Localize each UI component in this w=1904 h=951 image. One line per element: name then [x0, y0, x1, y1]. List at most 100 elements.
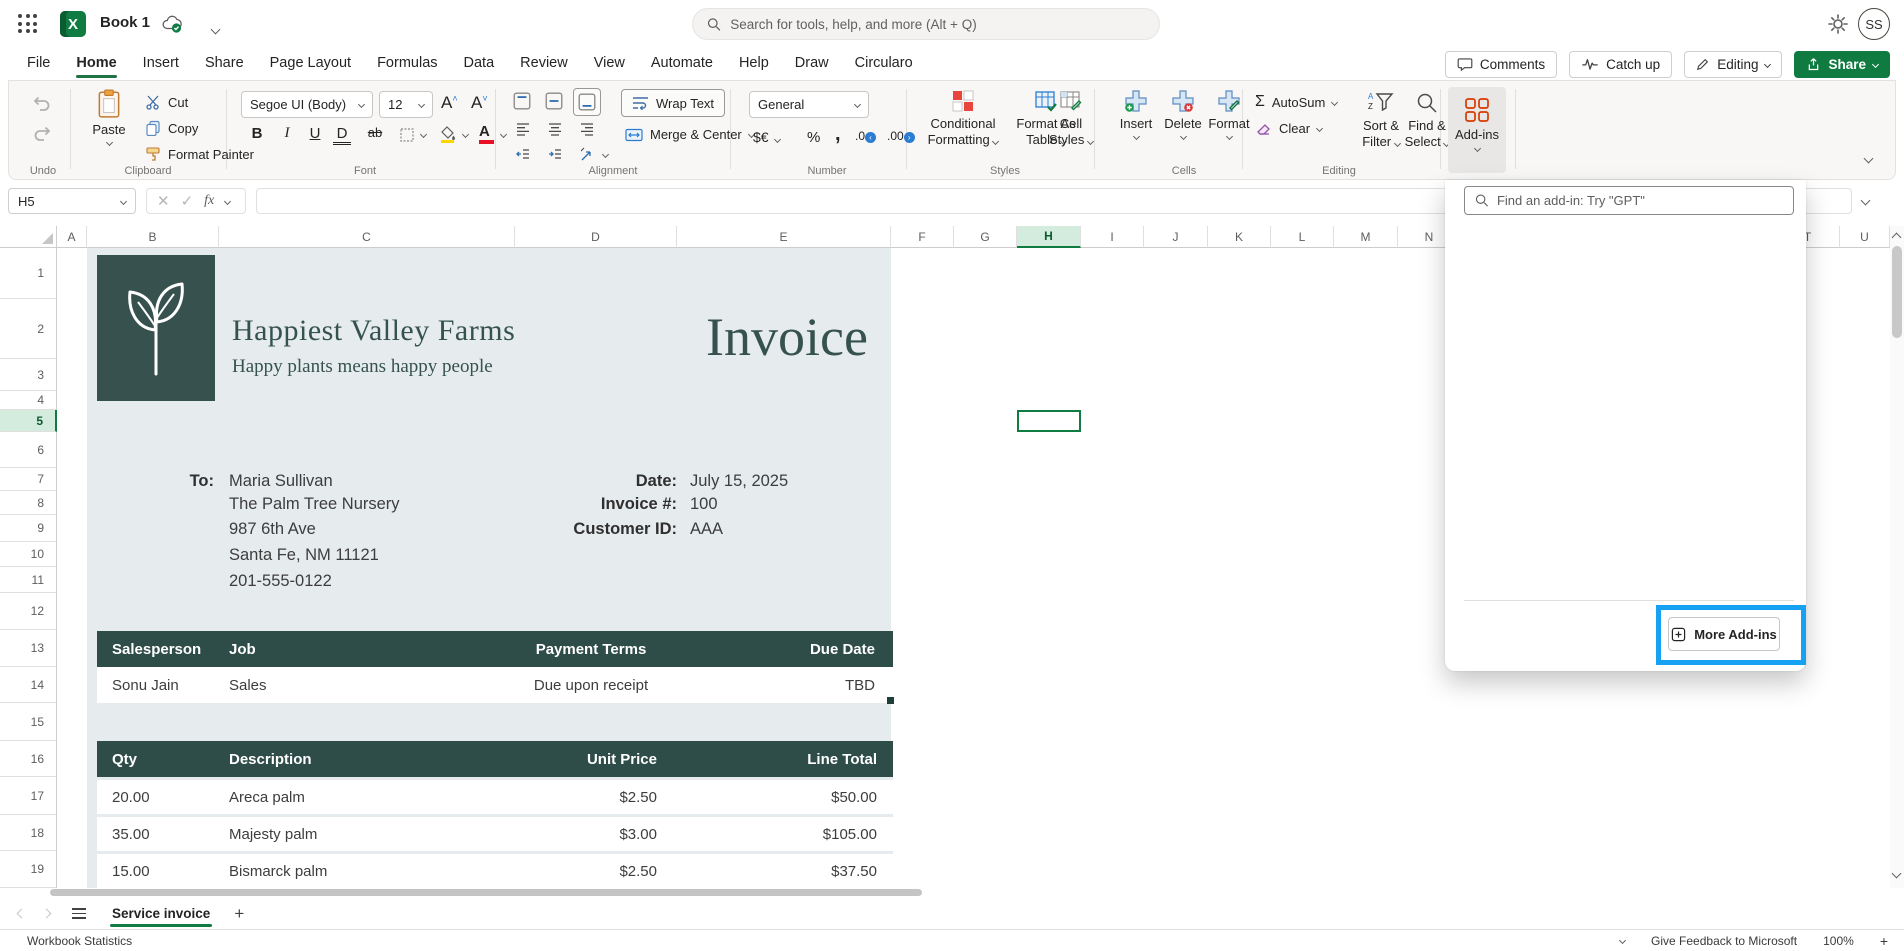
column-header-A[interactable]: A	[57, 226, 87, 248]
row-header-10[interactable]: 10	[0, 542, 57, 567]
row-header-12[interactable]: 12	[0, 593, 57, 630]
merge-center-button[interactable]: Merge & Center	[625, 127, 754, 142]
workbook-menu-chevron-icon[interactable]	[212, 20, 219, 38]
conditional-formatting-button[interactable]: Conditional Formatting	[917, 89, 1009, 149]
prev-sheet-icon[interactable]	[17, 909, 27, 919]
column-header-F[interactable]: F	[891, 226, 954, 248]
increase-font-size-button[interactable]: A˄	[441, 93, 458, 113]
table-row[interactable]: 35.00Majesty palm$3.00$105.00	[97, 814, 893, 851]
table-cell[interactable]: $2.50	[469, 863, 663, 880]
invoice-title[interactable]: Invoice	[647, 306, 927, 368]
row-header-5[interactable]: 5	[0, 410, 57, 432]
bill-to-line[interactable]: 987 6th Ave	[229, 520, 316, 542]
font-color-button[interactable]: A	[479, 123, 494, 144]
table-cell[interactable]: Sales	[229, 677, 469, 694]
menu-item-formulas[interactable]: Formulas	[364, 48, 450, 80]
table-row[interactable]: Sonu JainSalesDue upon receiptTBD	[97, 667, 893, 703]
zoom-in-button[interactable]: +	[1880, 933, 1888, 949]
font-color-chevron-icon[interactable]	[500, 131, 507, 138]
workbook-title[interactable]: Book 1	[100, 14, 150, 31]
row-header-19[interactable]: 19	[0, 851, 57, 888]
column-header-J[interactable]: J	[1144, 226, 1208, 248]
italic-button[interactable]: I	[275, 125, 299, 142]
format-cells-button[interactable]: Format	[1206, 89, 1252, 139]
borders-button[interactable]	[399, 127, 415, 143]
table-cell[interactable]: $105.00	[663, 826, 893, 843]
feedback-link[interactable]: Give Feedback to Microsoft	[1651, 934, 1797, 948]
formula-bar-expand-chevron-icon[interactable]	[1861, 196, 1871, 206]
more-addins-button[interactable]: More Add-ins	[1668, 617, 1780, 651]
menu-item-data[interactable]: Data	[451, 48, 508, 80]
bill-to-line[interactable]: Santa Fe, NM 11121	[229, 546, 379, 568]
invoice-card[interactable]: Happiest Valley Farms Happy plants means…	[87, 248, 891, 888]
menu-item-view[interactable]: View	[581, 48, 638, 80]
table-row[interactable]: 15.00Bismarck palm$2.50$37.50	[97, 851, 893, 888]
status-bar-chevron-icon[interactable]	[1619, 937, 1626, 944]
fx-chevron-icon[interactable]	[224, 197, 231, 204]
add-sheet-icon[interactable]: +	[234, 904, 244, 924]
comments-button[interactable]: Comments	[1445, 51, 1557, 78]
sort-filter-button[interactable]: AZ Sort & Filter	[1355, 91, 1407, 151]
row-header-2[interactable]: 2	[0, 299, 57, 359]
account-avatar[interactable]: SS	[1858, 8, 1890, 40]
table-cell[interactable]: TBD	[713, 677, 893, 694]
column-header-U[interactable]: U	[1840, 226, 1890, 248]
menu-item-page-layout[interactable]: Page Layout	[257, 48, 364, 80]
row-header-9[interactable]: 9	[0, 515, 57, 542]
menu-item-automate[interactable]: Automate	[638, 48, 726, 80]
format-painter-button[interactable]: Format Painter	[145, 146, 254, 162]
bill-to-line[interactable]: 201-555-0122	[229, 572, 332, 594]
undo-button[interactable]	[31, 93, 53, 113]
row-header-1[interactable]: 1	[0, 248, 57, 299]
addin-search-input[interactable]	[1497, 193, 1783, 208]
row-header-3[interactable]: 3	[0, 359, 57, 391]
addins-button-active[interactable]: Add-ins	[1448, 87, 1506, 173]
scroll-down-icon[interactable]	[1892, 869, 1902, 879]
bold-button[interactable]: B	[245, 125, 269, 142]
column-header-I[interactable]: I	[1081, 226, 1144, 248]
fill-color-chevron-icon[interactable]	[462, 131, 469, 138]
column-header-H[interactable]: H	[1017, 226, 1081, 248]
row-header-14[interactable]: 14	[0, 667, 57, 703]
font-size-select[interactable]: 12	[379, 91, 433, 118]
catch-up-button[interactable]: Catch up	[1569, 51, 1672, 78]
menu-item-help[interactable]: Help	[726, 48, 782, 80]
autosum-button[interactable]: Σ AutoSum	[1255, 93, 1337, 111]
settings-gear-icon[interactable]	[1826, 12, 1850, 36]
global-search[interactable]	[692, 8, 1160, 40]
share-button[interactable]: Share	[1794, 51, 1890, 78]
table-cell[interactable]: 35.00	[97, 826, 229, 843]
cell-styles-button[interactable]: Cell Styles	[1045, 89, 1097, 149]
column-header-B[interactable]: B	[87, 226, 219, 248]
column-header-G[interactable]: G	[954, 226, 1017, 248]
row-header-8[interactable]: 8	[0, 491, 57, 515]
orientation-chevron-icon[interactable]	[602, 151, 609, 158]
cut-button[interactable]: Cut	[145, 94, 188, 110]
table-cell[interactable]: Sonu Jain	[97, 677, 229, 694]
menu-item-review[interactable]: Review	[507, 48, 581, 80]
paste-button[interactable]: Paste	[83, 89, 135, 145]
menu-item-share[interactable]: Share	[192, 48, 257, 80]
selected-cell-outline[interactable]	[1017, 410, 1081, 432]
column-header-C[interactable]: C	[219, 226, 515, 248]
select-all-corner[interactable]	[0, 226, 57, 248]
increase-indent-button[interactable]	[546, 147, 564, 163]
vertical-scrollbar-thumb[interactable]	[1892, 246, 1902, 338]
table-cell[interactable]: $50.00	[663, 789, 893, 806]
number-format-select[interactable]: General	[749, 91, 869, 118]
row-header-11[interactable]: 11	[0, 567, 57, 593]
strikethrough-button[interactable]: ab	[363, 125, 387, 140]
insert-cells-button[interactable]: Insert	[1114, 89, 1158, 139]
percent-style-button[interactable]: %	[807, 129, 820, 146]
app-launcher-icon[interactable]	[18, 14, 38, 34]
company-tagline[interactable]: Happy plants means happy people	[232, 356, 493, 378]
invoice-meta-value[interactable]: 100	[690, 495, 718, 514]
clear-button[interactable]: Clear	[1255, 121, 1322, 136]
menu-item-home[interactable]: Home	[63, 48, 129, 80]
excel-logo-icon[interactable]: X	[60, 11, 86, 37]
ribbon-collapse-chevron-icon[interactable]	[1864, 154, 1874, 164]
row-header-17[interactable]: 17	[0, 777, 57, 815]
cancel-icon[interactable]: ✕	[157, 192, 170, 210]
next-sheet-icon[interactable]	[42, 909, 52, 919]
menu-item-insert[interactable]: Insert	[130, 48, 192, 80]
